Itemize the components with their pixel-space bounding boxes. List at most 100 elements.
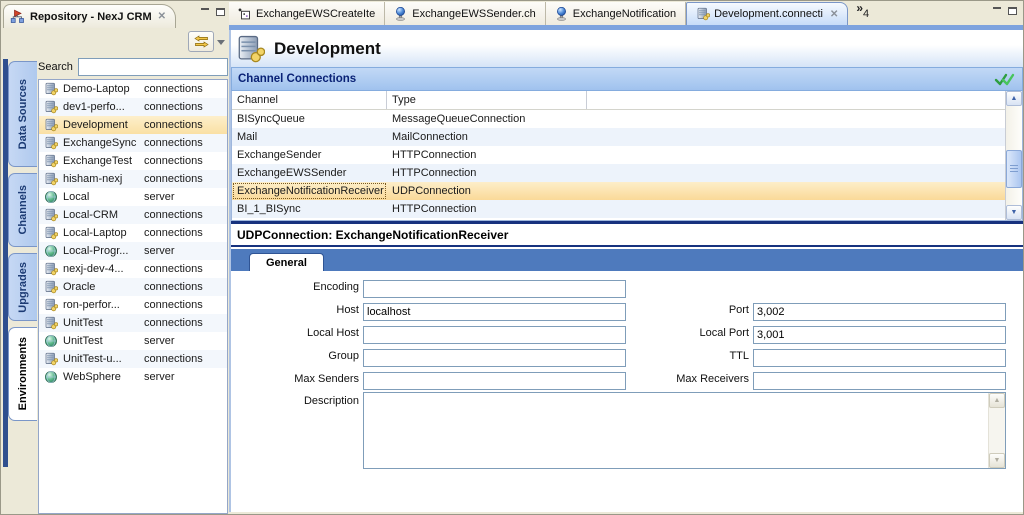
cell-type[interactable]: HTTPConnection: [387, 164, 587, 182]
cell-type[interactable]: MessageQueueConnection: [387, 110, 587, 128]
tree-item[interactable]: UnitTest-u...connections: [39, 350, 227, 368]
tree-item[interactable]: nexj-dev-4...connections: [39, 260, 227, 278]
tree-item[interactable]: hisham-nexjconnections: [39, 170, 227, 188]
scroll-down-icon[interactable]: ▼: [989, 453, 1005, 468]
environment-icon: [235, 34, 265, 64]
database-icon: [696, 7, 709, 21]
sidebar-tab-data-sources[interactable]: Data Sources: [8, 61, 37, 167]
link-with-editor-button[interactable]: [188, 31, 214, 52]
editor-tab-exchangeewscreateite[interactable]: ExchangeEWSCreateIte: [229, 2, 385, 25]
tree-item[interactable]: Developmentconnections: [39, 116, 227, 134]
tree-item[interactable]: UnitTestconnections: [39, 314, 227, 332]
database-icon: [44, 262, 58, 276]
tree-item-type: server: [144, 371, 175, 383]
table-row[interactable]: ExchangeSenderHTTPConnection: [232, 146, 1005, 164]
database-icon: [44, 136, 58, 150]
table-scrollbar[interactable]: ▲ ▼: [1005, 91, 1022, 220]
tree-item-name: Local-Progr...: [63, 245, 139, 257]
sidebar-tab-environments[interactable]: Environments: [8, 327, 37, 421]
cell-type[interactable]: HTTPConnection: [387, 146, 587, 164]
scroll-up-icon[interactable]: ▲: [1006, 91, 1022, 106]
tree-item-name: hisham-nexj: [63, 173, 139, 185]
minimize-icon[interactable]: [993, 6, 1002, 15]
tree-item-type: server: [144, 191, 175, 203]
tree-item-name: Development: [63, 119, 139, 131]
database-icon: [44, 100, 58, 114]
description-field[interactable]: ▲ ▼: [363, 392, 1006, 469]
view-menu-icon[interactable]: [217, 40, 225, 45]
server-icon: [44, 334, 58, 348]
table-row[interactable]: BI_1_BISyncHTTPConnection: [232, 200, 1005, 218]
repository-panel-title: Repository - NexJ CRM: [30, 11, 152, 23]
cell-channel[interactable]: ExchangeEWSSender: [232, 164, 387, 182]
channel-icon: [555, 7, 568, 21]
table-row[interactable]: ExchangeNotificationReceiverUDPConnectio…: [232, 182, 1005, 200]
field-input-ttl[interactable]: [753, 349, 1006, 367]
repository-panel-header: Repository - NexJ CRM ✕: [3, 3, 229, 28]
tree-item-type: connections: [144, 227, 203, 239]
scroll-up-icon[interactable]: ▲: [989, 393, 1005, 408]
cell-type[interactable]: MailConnection: [387, 128, 587, 146]
sidebar-tab-upgrades[interactable]: Upgrades: [8, 253, 37, 321]
editor-tab-exchangenotification[interactable]: ExchangeNotification: [546, 2, 686, 25]
tree-item[interactable]: UnitTestserver: [39, 332, 227, 350]
environment-tree: Demo-Laptopconnectionsdev1-perfo...conne…: [38, 79, 228, 514]
minimize-icon[interactable]: [201, 7, 210, 16]
close-icon[interactable]: ✕: [830, 9, 838, 20]
repository-icon: [10, 9, 25, 24]
table-row[interactable]: BISyncQueueMessageQueueConnection: [232, 110, 1005, 128]
editor-tab-development-connecti[interactable]: Development.connecti ✕: [686, 2, 848, 25]
editor-tab-label: Development.connecti: [714, 8, 823, 20]
cell-channel[interactable]: BI_1_BISync: [232, 200, 387, 218]
table-row[interactable]: ExchangeEWSSenderHTTPConnection: [232, 164, 1005, 182]
tree-item-name: ExchangeSync: [63, 137, 139, 149]
tree-item[interactable]: ron-perfor...connections: [39, 296, 227, 314]
tree-item[interactable]: Oracleconnections: [39, 278, 227, 296]
tree-item-type: connections: [144, 101, 203, 113]
table-header-row: Channel Type: [232, 91, 1005, 110]
tree-item-name: Oracle: [63, 281, 139, 293]
tree-item[interactable]: ExchangeTestconnections: [39, 152, 227, 170]
tree-item[interactable]: Demo-Laptopconnections: [39, 80, 227, 98]
database-icon: [44, 316, 58, 330]
repository-close-icon[interactable]: ✕: [157, 11, 167, 22]
database-icon: [44, 208, 58, 222]
scroll-down-icon[interactable]: ▼: [1006, 205, 1022, 220]
scrollbar-thumb[interactable]: [1006, 150, 1022, 188]
maximize-icon[interactable]: [216, 8, 225, 16]
maximize-icon[interactable]: [1008, 7, 1017, 15]
tree-item[interactable]: Local-Progr...server: [39, 242, 227, 260]
tree-item[interactable]: ExchangeSyncconnections: [39, 134, 227, 152]
cell-type[interactable]: UDPConnection: [387, 182, 587, 200]
cell-channel[interactable]: BISyncQueue: [232, 110, 387, 128]
tab-general[interactable]: General: [249, 253, 324, 271]
field-input-local-port[interactable]: [753, 326, 1006, 344]
editor-tab-exchangeewssender-ch[interactable]: ExchangeEWSSender.ch: [385, 2, 546, 25]
tab-overflow-indicator[interactable]: » 4: [848, 2, 869, 25]
search-label: Search: [38, 61, 73, 73]
cell-channel[interactable]: Mail: [232, 128, 387, 146]
description-scrollbar[interactable]: ▲ ▼: [988, 393, 1005, 468]
field-input-port[interactable]: [753, 303, 1006, 321]
column-header-type[interactable]: Type: [387, 91, 587, 109]
sidebar-tab-channels[interactable]: Channels: [8, 173, 37, 247]
field-input-max-receivers[interactable]: [753, 372, 1006, 390]
search-input[interactable]: [78, 58, 228, 76]
tree-item[interactable]: Local-CRMconnections: [39, 206, 227, 224]
cell-type[interactable]: HTTPConnection: [387, 200, 587, 218]
column-header-channel[interactable]: Channel: [232, 91, 387, 109]
tree-item[interactable]: WebSphereserver: [39, 368, 227, 386]
field-input-encoding[interactable]: [363, 280, 626, 298]
column-header-empty: [587, 91, 1005, 109]
tree-item[interactable]: dev1-perfo...connections: [39, 98, 227, 116]
server-icon: [44, 370, 58, 384]
tree-item-name: ExchangeTest: [63, 155, 139, 167]
table-row[interactable]: MailMailConnection: [232, 128, 1005, 146]
general-form: EncodingHostLocal HostGroupMax Senders P…: [231, 271, 1023, 512]
cell-channel[interactable]: ExchangeSender: [232, 146, 387, 164]
repository-view-tab[interactable]: Repository - NexJ CRM ✕: [3, 4, 176, 28]
tree-item[interactable]: Localserver: [39, 188, 227, 206]
detail-tabbar: General: [231, 249, 1023, 271]
tree-item[interactable]: Local-Laptopconnections: [39, 224, 227, 242]
cell-channel[interactable]: ExchangeNotificationReceiver: [232, 182, 387, 200]
